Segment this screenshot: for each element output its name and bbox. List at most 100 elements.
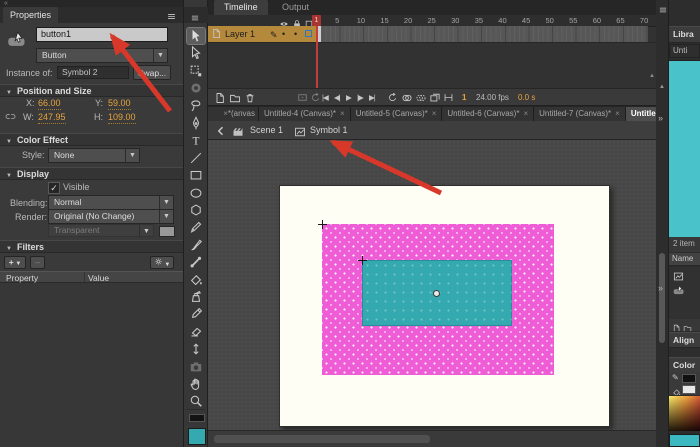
blending-dropdown[interactable]: Normal▼ (48, 195, 174, 210)
onion-skin-outlines-icon[interactable] (414, 91, 427, 104)
close-tab-icon[interactable]: × (615, 109, 620, 118)
pasteboard[interactable] (208, 140, 656, 430)
tool-oval[interactable] (187, 185, 205, 201)
ruler-frame-45[interactable]: 45 (522, 16, 530, 25)
add-filter-button[interactable]: + ▼ (4, 256, 26, 269)
tool-paint-bucket[interactable] (187, 272, 205, 288)
panel-menu-icon[interactable] (166, 9, 177, 27)
ruler-frame-25[interactable]: 25 (428, 16, 436, 25)
ruler-frame-30[interactable]: 30 (451, 16, 459, 25)
ruler-frame-40[interactable]: 40 (498, 16, 506, 25)
symbol-type-dropdown[interactable]: Button▼ (36, 48, 168, 63)
doc-tab[interactable]: Untitled-4 (Canvas)*× (259, 107, 351, 121)
stage-canvas[interactable] (279, 185, 610, 427)
layer-name-cell[interactable]: Layer 1 ✎ • • (208, 26, 316, 42)
delete-layer-icon[interactable] (243, 91, 256, 104)
current-frame-value[interactable]: 1 (462, 93, 466, 102)
tool-lasso[interactable] (187, 98, 205, 114)
link-width-height-icon[interactable] (4, 110, 17, 128)
tool-subselection[interactable] (187, 45, 205, 61)
doc-tab[interactable]: anvas)*× (208, 107, 259, 121)
section-header-filters[interactable]: ▼Filters (0, 240, 183, 253)
timeline-scroll-up-icon[interactable]: ▲ (649, 73, 655, 79)
instance-of-field[interactable]: Symbol 2 (57, 66, 129, 79)
ruler-frame-15[interactable]: 15 (380, 16, 388, 25)
step-forward-button[interactable]: |▶ (357, 93, 363, 102)
filter-options-button[interactable]: ▼ (150, 256, 174, 269)
close-tab-icon[interactable]: × (523, 109, 528, 118)
ruler-frame-20[interactable]: 20 (404, 16, 412, 25)
panel-collapse-icon[interactable]: « (0, 0, 183, 7)
tool-pencil[interactable] (187, 219, 205, 235)
property-column-header[interactable]: Property (6, 273, 38, 283)
color-panel-header[interactable]: Color (669, 357, 700, 373)
tab-timeline[interactable]: Timeline (214, 0, 268, 15)
new-folder-icon[interactable] (228, 91, 241, 104)
ruler-frame-55[interactable]: 55 (569, 16, 577, 25)
new-layer-icon[interactable] (213, 91, 226, 104)
edit-multiple-frames-icon[interactable] (428, 91, 441, 104)
close-tab-icon[interactable]: × (432, 109, 437, 118)
fill-color-chip[interactable] (682, 385, 696, 394)
ruler-frame-50[interactable]: 50 (546, 16, 554, 25)
tool-ink-bottle[interactable] (187, 289, 205, 305)
vertical-scrollbar-thumb[interactable] (659, 253, 665, 343)
frame-cells[interactable] (316, 26, 648, 42)
tool-selection[interactable] (187, 28, 205, 44)
loop-range-icon[interactable] (386, 91, 399, 104)
onion-skin-icon[interactable] (400, 91, 413, 104)
x-value[interactable]: 66.00 (38, 98, 61, 110)
ruler-frame-70[interactable]: 70 (640, 16, 648, 25)
pink-rectangle-shape[interactable] (322, 224, 554, 375)
stroke-color-swatch[interactable] (189, 414, 205, 422)
h-value[interactable]: 109.00 (108, 112, 136, 124)
playhead-marker[interactable]: 1 (312, 15, 321, 26)
tool-text[interactable]: T (187, 132, 205, 148)
ruler-frame-60[interactable]: 60 (593, 16, 601, 25)
tool-hand[interactable] (187, 376, 205, 392)
tool-camera[interactable] (187, 359, 205, 375)
ruler-frame-65[interactable]: 65 (616, 16, 624, 25)
visible-checkbox[interactable]: ✓ (48, 182, 60, 194)
layer-outline-color-box[interactable] (305, 30, 312, 37)
tool-eraser[interactable] (187, 324, 205, 340)
layer-lock-dot[interactable]: • (294, 26, 297, 42)
section-header-color-effect[interactable]: ▼Color Effect (0, 133, 183, 146)
instance-name-input[interactable]: button1 (36, 27, 168, 42)
tool-rectangle[interactable] (187, 167, 205, 183)
layer-row[interactable]: Layer 1 ✎ • • (208, 26, 656, 43)
play-button[interactable]: ▶ (346, 93, 351, 102)
center-frame-icon[interactable] (296, 91, 309, 104)
tool-width[interactable] (187, 341, 205, 357)
fill-color-swatch[interactable] (188, 428, 206, 445)
color-picker-gradient[interactable] (669, 396, 700, 431)
elapsed-time-value[interactable]: 0.0 s (518, 93, 535, 102)
ruler-frame-5[interactable]: 5 (335, 16, 339, 25)
tool-free-transform[interactable] (187, 63, 205, 79)
tool-3d-rotation[interactable] (187, 80, 205, 96)
fps-value[interactable]: 24.00 fps (476, 93, 509, 102)
ruler-frame-35[interactable]: 35 (475, 16, 483, 25)
transformation-point[interactable] (433, 290, 440, 297)
y-value[interactable]: 59.00 (108, 98, 131, 110)
stroke-color-chip[interactable] (682, 374, 696, 383)
doc-tab[interactable]: Untitled-7 (Canvas)*× (534, 107, 626, 121)
tool-brush[interactable] (187, 237, 205, 253)
collapse-dock-chevron[interactable]: » (658, 113, 663, 123)
tool-eyedropper[interactable] (187, 306, 205, 322)
value-column-header[interactable]: Value (88, 273, 109, 283)
section-header-display[interactable]: ▼Display (0, 167, 183, 180)
library-item-button-icon[interactable] (673, 283, 685, 301)
new-symbol-icon[interactable] (672, 320, 681, 331)
modify-markers-icon[interactable] (442, 91, 455, 104)
breadcrumb-symbol[interactable]: Symbol 1 (310, 125, 348, 135)
tool-polystar[interactable] (187, 202, 205, 218)
panel-menu-icon[interactable] (658, 2, 668, 20)
new-folder-icon[interactable] (683, 320, 692, 331)
layer-visible-dot[interactable]: • (282, 26, 285, 42)
tool-bone[interactable] (187, 254, 205, 270)
style-dropdown[interactable]: None▼ (48, 148, 140, 163)
render-dropdown[interactable]: Original (No Change)▼ (48, 209, 174, 224)
section-header-position-size[interactable]: ▼Position and Size (0, 84, 183, 97)
align-panel-header[interactable]: Align (669, 332, 700, 348)
